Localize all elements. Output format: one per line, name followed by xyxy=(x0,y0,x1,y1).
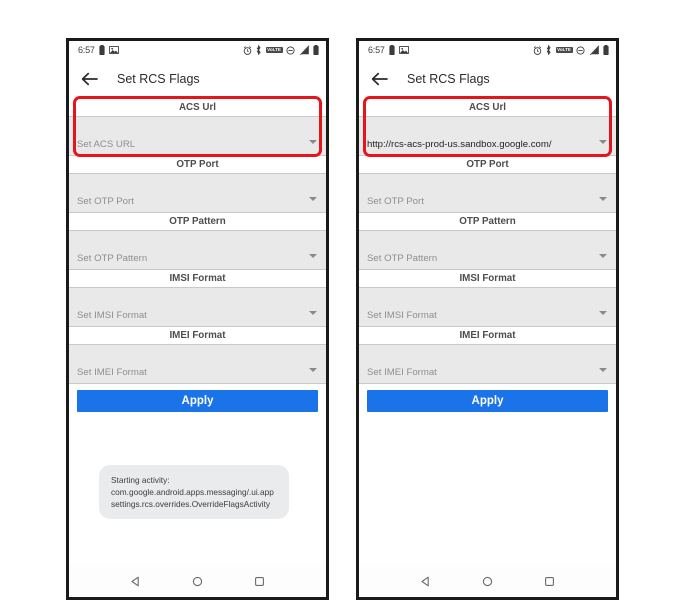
battery-icon xyxy=(603,45,609,55)
status-clock: 6:57 xyxy=(78,45,95,55)
bluetooth-icon xyxy=(256,45,261,55)
android-nav-bar xyxy=(359,565,616,597)
content-area: Starting activity: com.google.android.ap… xyxy=(69,412,326,565)
otp-pattern-input[interactable]: Set OTP Pattern xyxy=(69,231,326,270)
battery-status-icon xyxy=(389,45,395,55)
rcs-flags-form: ACS Url http://rcs-acs-prod-us.sandbox.g… xyxy=(359,96,616,384)
otp-port-value: Set OTP Port xyxy=(367,196,424,207)
alarm-icon xyxy=(533,45,541,55)
field-group-acs-url: ACS Url Set ACS URL xyxy=(69,96,326,157)
apply-button[interactable]: Apply xyxy=(77,390,318,412)
rcs-flags-form: ACS Url Set ACS URL OTP Port Set OTP Por… xyxy=(69,96,326,384)
chevron-down-icon[interactable] xyxy=(309,311,317,315)
apply-button-container: Apply xyxy=(359,384,616,412)
back-arrow-icon[interactable] xyxy=(369,69,389,89)
screenshot-icon xyxy=(398,46,409,54)
field-group-otp-pattern: OTP Pattern Set OTP Pattern xyxy=(359,213,616,270)
apply-button[interactable]: Apply xyxy=(367,390,608,412)
field-group-imei-format: IMEI Format Set IMEI Format xyxy=(69,327,326,384)
field-label-otp-port: OTP Port xyxy=(69,156,326,174)
chevron-down-icon[interactable] xyxy=(309,140,317,144)
nav-home-icon[interactable] xyxy=(189,573,205,589)
imsi-format-value: Set IMSI Format xyxy=(77,310,147,321)
chevron-down-icon[interactable] xyxy=(599,254,607,258)
content-area xyxy=(359,412,616,565)
back-arrow-icon[interactable] xyxy=(79,69,99,89)
phone-screenshot-left: 6:57 VoLTE Set RCS Flags ACS Url Set ACS… xyxy=(66,38,329,600)
status-bar-right: VoLTE xyxy=(243,45,319,55)
bluetooth-icon xyxy=(546,45,551,55)
chevron-down-icon[interactable] xyxy=(599,197,607,201)
field-label-imei-format: IMEI Format xyxy=(69,327,326,345)
chevron-down-icon[interactable] xyxy=(309,368,317,372)
imei-format-input[interactable]: Set IMEI Format xyxy=(359,345,616,384)
acs-url-input[interactable]: http://rcs-acs-prod-us.sandbox.google.co… xyxy=(359,117,616,156)
field-group-imei-format: IMEI Format Set IMEI Format xyxy=(359,327,616,384)
otp-port-input[interactable]: Set OTP Port xyxy=(359,174,616,213)
status-bar-left: 6:57 xyxy=(78,45,119,55)
field-group-otp-port: OTP Port Set OTP Port xyxy=(359,156,616,213)
chevron-down-icon[interactable] xyxy=(309,197,317,201)
nav-home-icon[interactable] xyxy=(479,573,495,589)
phone-screenshot-right: 6:57 VoLTE Set RCS Flags ACS Url http://… xyxy=(356,38,619,600)
chevron-down-icon[interactable] xyxy=(309,254,317,258)
status-clock: 6:57 xyxy=(368,45,385,55)
status-bar-left: 6:57 xyxy=(368,45,409,55)
field-label-acs-url: ACS Url xyxy=(359,99,616,117)
nav-recents-icon[interactable] xyxy=(541,573,557,589)
app-bar: Set RCS Flags xyxy=(69,59,326,99)
field-label-imei-format: IMEI Format xyxy=(359,327,616,345)
alarm-icon xyxy=(243,45,251,55)
do-not-disturb-icon xyxy=(576,45,585,55)
field-label-otp-pattern: OTP Pattern xyxy=(69,213,326,231)
otp-port-input[interactable]: Set OTP Port xyxy=(69,174,326,213)
otp-port-value: Set OTP Port xyxy=(77,196,134,207)
field-group-otp-port: OTP Port Set OTP Port xyxy=(69,156,326,213)
status-bar: 6:57 VoLTE xyxy=(69,41,326,59)
field-label-acs-url: ACS Url xyxy=(69,99,326,117)
toast-message: Starting activity: com.google.android.ap… xyxy=(99,464,289,519)
acs-url-input[interactable]: Set ACS URL xyxy=(69,117,326,156)
battery-status-icon xyxy=(99,45,105,55)
acs-url-value: Set ACS URL xyxy=(77,139,136,150)
app-bar: Set RCS Flags xyxy=(359,59,616,99)
apply-button-container: Apply xyxy=(69,384,326,412)
chevron-down-icon[interactable] xyxy=(599,368,607,372)
imei-format-value: Set IMEI Format xyxy=(77,367,147,378)
volte-icon: VoLTE xyxy=(265,46,283,54)
page-title: Set RCS Flags xyxy=(117,72,200,86)
field-group-acs-url: ACS Url http://rcs-acs-prod-us.sandbox.g… xyxy=(359,96,616,157)
status-bar: 6:57 VoLTE xyxy=(359,41,616,59)
screenshot-icon xyxy=(108,46,119,54)
battery-icon xyxy=(313,45,319,55)
imsi-format-input[interactable]: Set IMSI Format xyxy=(359,288,616,327)
do-not-disturb-icon xyxy=(286,45,295,55)
imsi-format-input[interactable]: Set IMSI Format xyxy=(69,288,326,327)
volte-icon: VoLTE xyxy=(555,46,573,54)
page-title: Set RCS Flags xyxy=(407,72,490,86)
acs-url-value: http://rcs-acs-prod-us.sandbox.google.co… xyxy=(367,139,552,150)
field-label-imsi-format: IMSI Format xyxy=(69,270,326,288)
imsi-format-value: Set IMSI Format xyxy=(367,310,437,321)
field-group-imsi-format: IMSI Format Set IMSI Format xyxy=(359,270,616,327)
nav-recents-icon[interactable] xyxy=(251,573,267,589)
field-label-otp-port: OTP Port xyxy=(359,156,616,174)
chevron-down-icon[interactable] xyxy=(599,140,607,144)
imei-format-input[interactable]: Set IMEI Format xyxy=(69,345,326,384)
field-label-imsi-format: IMSI Format xyxy=(359,270,616,288)
otp-pattern-value: Set OTP Pattern xyxy=(367,253,438,264)
field-group-otp-pattern: OTP Pattern Set OTP Pattern xyxy=(69,213,326,270)
field-label-otp-pattern: OTP Pattern xyxy=(359,213,616,231)
field-group-imsi-format: IMSI Format Set IMSI Format xyxy=(69,270,326,327)
nav-back-icon[interactable] xyxy=(128,573,144,589)
otp-pattern-value: Set OTP Pattern xyxy=(77,253,148,264)
android-nav-bar xyxy=(69,565,326,597)
signal-bars-icon xyxy=(588,45,599,55)
status-bar-right: VoLTE xyxy=(533,45,609,55)
imei-format-value: Set IMEI Format xyxy=(367,367,437,378)
chevron-down-icon[interactable] xyxy=(599,311,607,315)
otp-pattern-input[interactable]: Set OTP Pattern xyxy=(359,231,616,270)
nav-back-icon[interactable] xyxy=(418,573,434,589)
signal-bars-icon xyxy=(298,45,309,55)
